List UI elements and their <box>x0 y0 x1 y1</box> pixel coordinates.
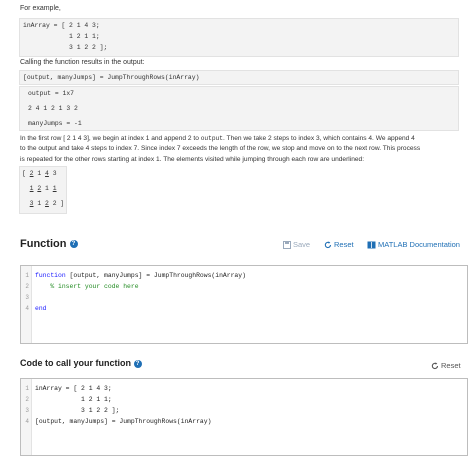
matrix-element: 1 <box>37 200 42 207</box>
underlined-matrix: [ 2 1 4 3 1 2 1 1 3 1 2 2 ] <box>19 166 67 214</box>
line-number: 2 <box>25 283 29 290</box>
book-icon <box>367 241 376 248</box>
call-line-code: [output, manyJumps] = JumpThroughRows(in… <box>19 70 459 85</box>
line-number: 1 <box>25 272 29 279</box>
code-line: inArray = [ 2 1 4 3; <box>35 385 112 392</box>
function-code-editor[interactable]: 1 2 3 4 function [output, manyJumps] = J… <box>20 265 468 344</box>
reset-button[interactable]: Reset <box>431 361 461 370</box>
call-section-title: Code to call your function ? <box>20 358 142 368</box>
line-number: 2 <box>25 396 29 403</box>
visited-element: 2 <box>37 185 42 192</box>
code-line: 1 2 1 1; <box>23 33 100 40</box>
line-number: 1 <box>25 385 29 392</box>
code-line: [output, manyJumps] = JumpThroughRows(in… <box>23 74 200 81</box>
visited-element: 2 <box>45 200 49 207</box>
output-values: 2 4 1 2 1 3 2 <box>28 105 78 112</box>
section-title-text: Function <box>20 238 67 250</box>
visited-element: 3 <box>29 200 34 207</box>
explanation-line: is repeated for the other rows starting … <box>20 155 365 163</box>
many-jumps-value: manyJumps = -1 <box>28 120 82 127</box>
help-icon[interactable]: ? <box>133 359 142 368</box>
matrix-row-1: [ 2 1 4 3 <box>22 170 57 177</box>
code-line: 1 2 1 1; <box>35 396 112 403</box>
calling-text: Calling the function results in the outp… <box>20 59 145 66</box>
explanation-text: . Then we take 2 steps to index 3, which… <box>223 135 415 142</box>
code-line: 3 1 2 2 ]; <box>23 44 108 51</box>
code-line: inArray = [ 2 1 4 3; <box>23 22 100 29</box>
inline-code: output <box>200 135 223 142</box>
matrix-element: 1 <box>37 170 42 177</box>
explanation-text: In the first row [ 2 1 4 3], we begin at… <box>20 135 201 142</box>
keyword: end <box>35 305 47 312</box>
help-icon[interactable]: ? <box>69 240 78 249</box>
explanation-line: to the output and take 4 steps to index … <box>20 145 421 153</box>
code-comment: % insert your code here <box>35 283 139 290</box>
keyword: function <box>35 272 66 279</box>
refresh-icon <box>431 361 439 369</box>
line-number: 3 <box>25 407 29 414</box>
bracket: ] <box>56 200 65 207</box>
section-title-text: Code to call your function <box>20 358 132 368</box>
floppy-disk-icon <box>283 240 291 249</box>
refresh-icon <box>324 240 332 248</box>
line-number: 4 <box>25 305 29 312</box>
code-line: 3 1 2 2 ]; <box>35 407 120 414</box>
save-label: Save <box>293 240 311 249</box>
visited-element: 1 <box>29 185 34 192</box>
reset-button[interactable]: Reset <box>324 240 354 249</box>
visited-element: 2 <box>29 170 34 177</box>
matrix-row-2: 1 2 1 1 <box>22 185 57 192</box>
code-text: [output, manyJumps] = JumpThroughRows(in… <box>65 272 246 279</box>
bracket: [ <box>22 170 30 177</box>
reset-label: Reset <box>334 240 354 249</box>
matrix-row-3: 3 1 2 2 ] <box>22 200 65 207</box>
matrix-element: 1 <box>45 185 49 192</box>
output-label: output = 1x7 <box>28 90 75 97</box>
explanation-paragraph: In the first row [ 2 1 4 3], we begin at… <box>20 134 460 165</box>
matlab-documentation-link[interactable]: MATLAB Documentation <box>367 240 460 249</box>
visited-element: 1 <box>52 185 57 192</box>
output-block: output = 1x7 2 4 1 2 1 3 2 manyJumps = -… <box>19 86 459 131</box>
reset-label: Reset <box>441 361 461 370</box>
code-line: [output, manyJumps] = JumpThroughRows(in… <box>35 418 212 425</box>
visited-element: 4 <box>45 170 49 177</box>
intro-text: For example, <box>20 5 61 12</box>
matrix-element: 3 <box>52 170 57 177</box>
explanation-line: In the first row [ 2 1 4 3], we begin at… <box>20 134 460 144</box>
save-button[interactable]: Save <box>283 240 310 249</box>
documentation-label: MATLAB Documentation <box>378 240 460 249</box>
example-input-code: inArray = [ 2 1 4 3; 1 2 1 1; 3 1 2 2 ]; <box>19 18 459 57</box>
function-section-title: Function ? <box>20 238 78 250</box>
line-number: 3 <box>25 294 29 301</box>
code-line: function [output, manyJumps] = JumpThrou… <box>35 272 246 279</box>
line-number: 4 <box>25 418 29 425</box>
call-code-editor[interactable]: 1 2 3 4 inArray = [ 2 1 4 3; 1 2 1 1; 3 … <box>20 378 468 456</box>
